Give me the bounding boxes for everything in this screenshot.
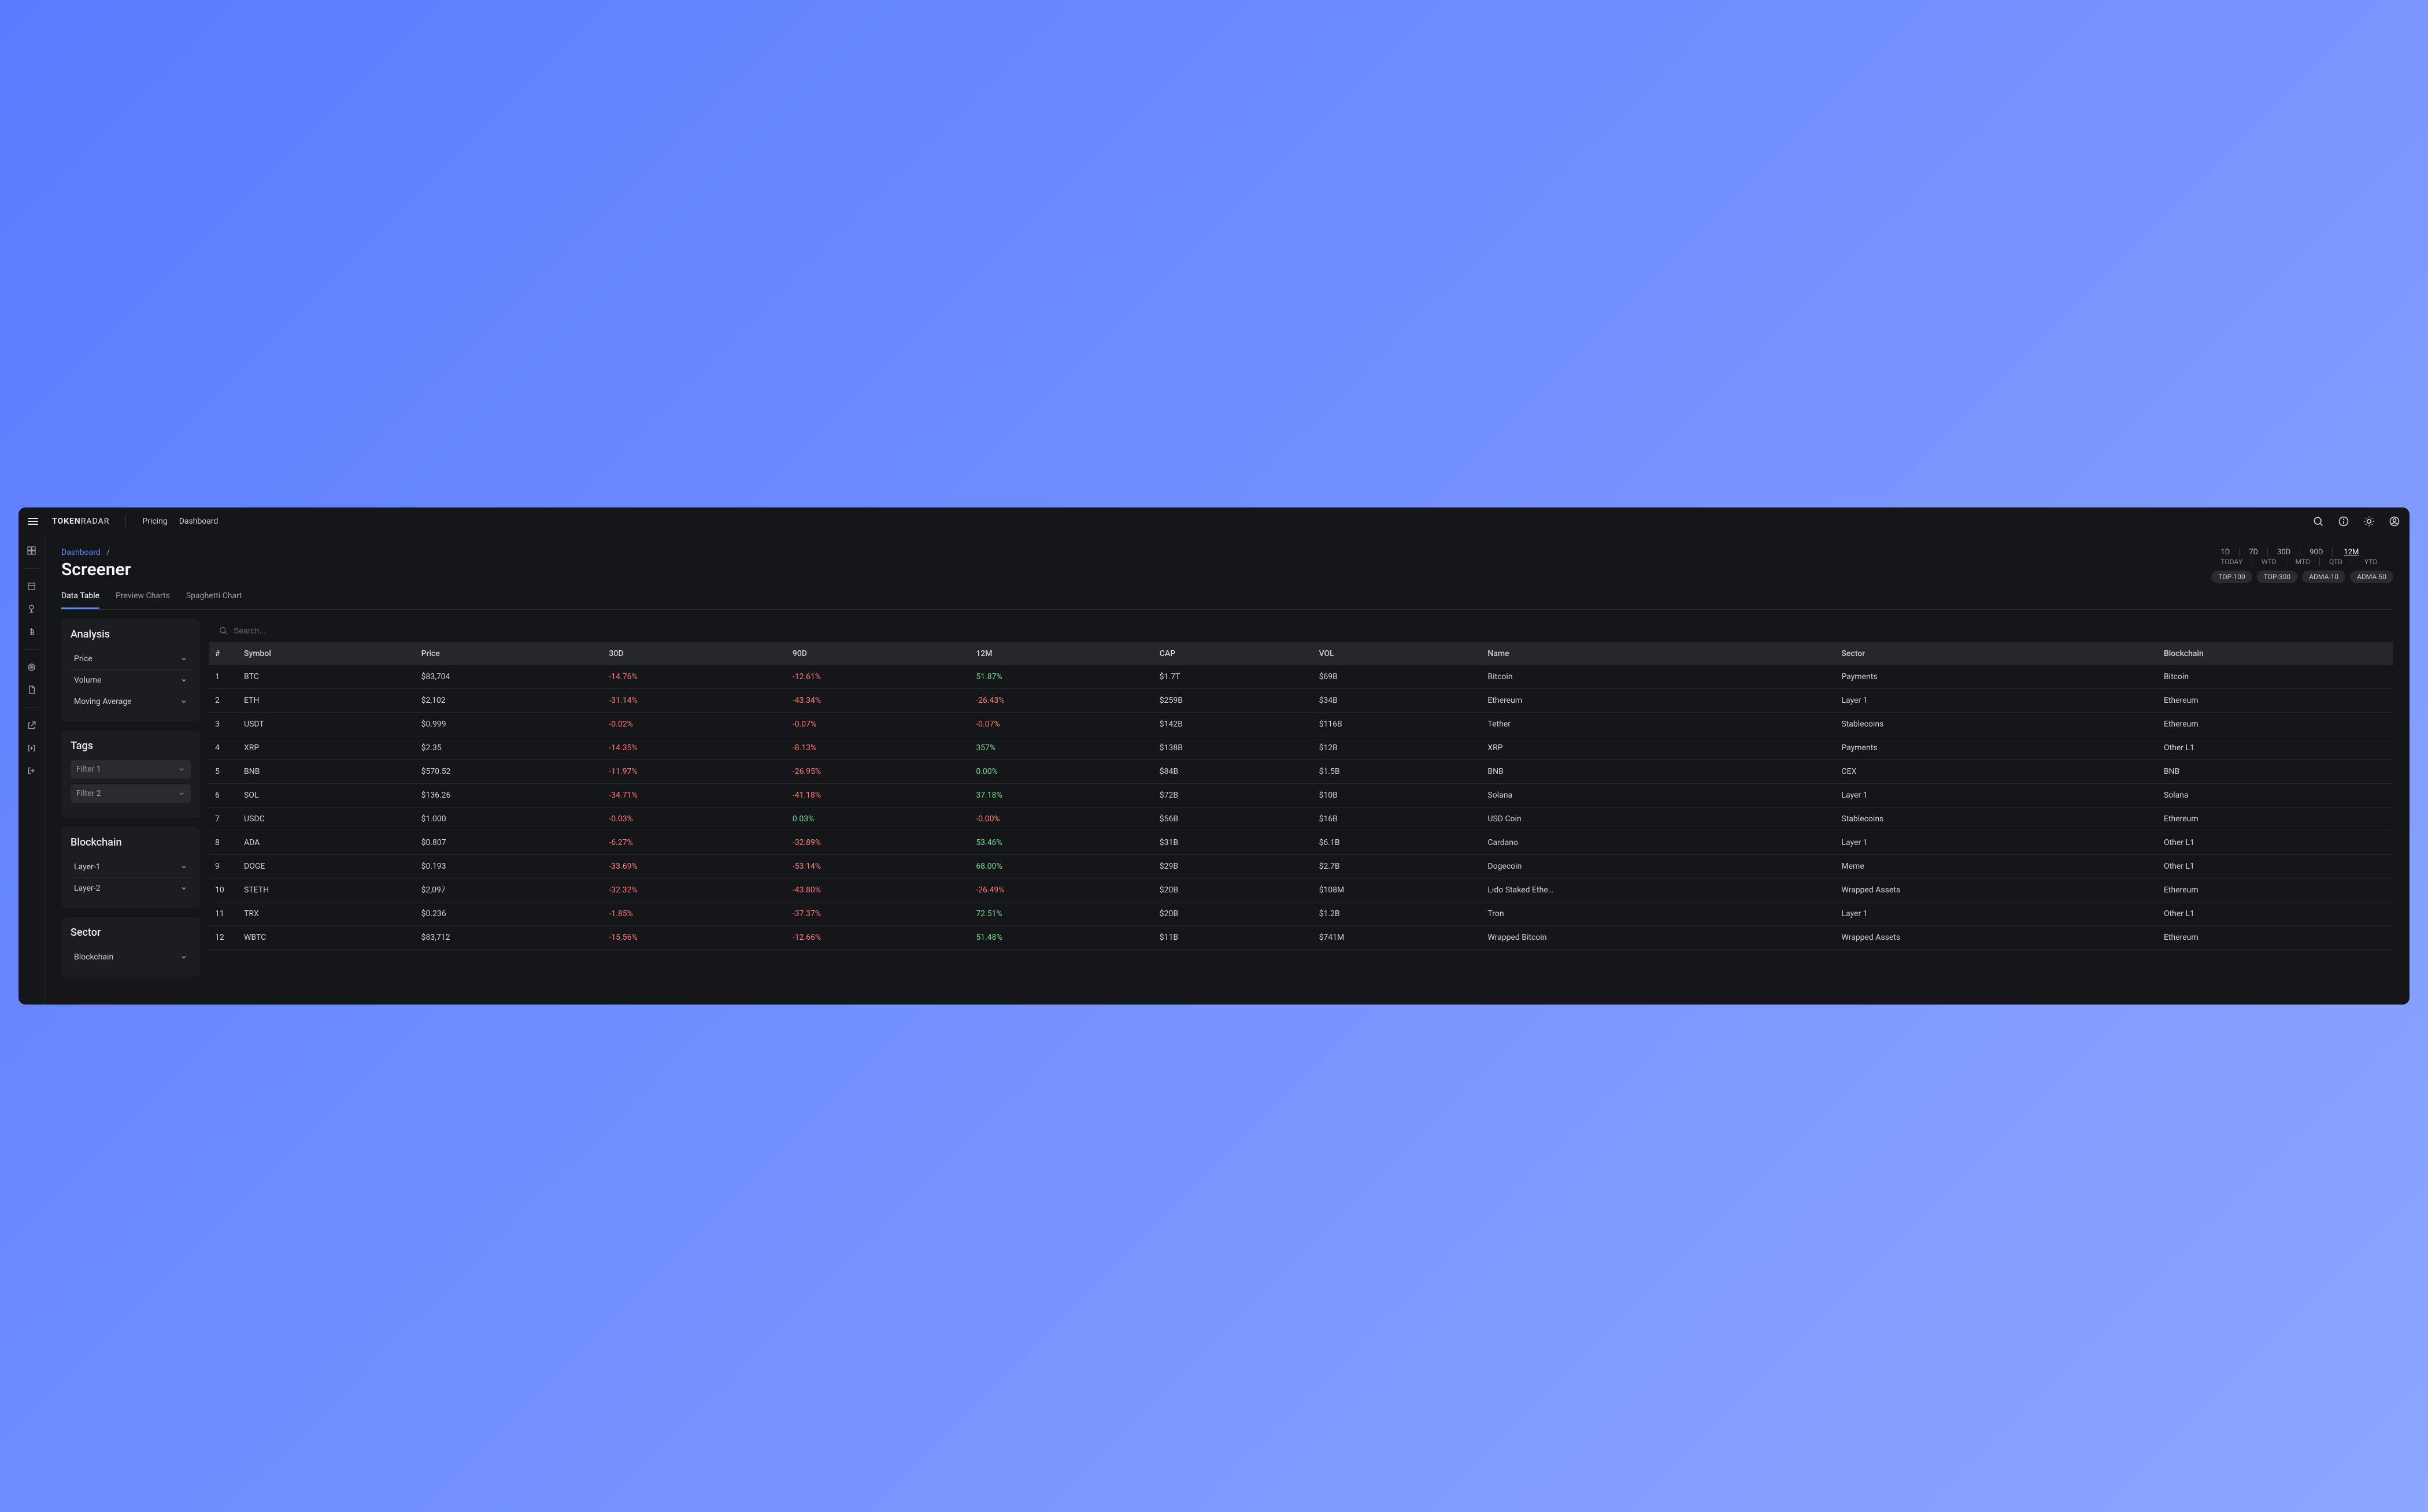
period-sub-wtd[interactable]: WTD bbox=[2252, 558, 2286, 566]
rail-target-icon[interactable] bbox=[27, 662, 36, 672]
filter-item-layer-2[interactable]: Layer-2 bbox=[71, 878, 191, 899]
table-row[interactable]: 7USDC$1.000-0.03%0.03%-0.00%$56B$16BUSD … bbox=[209, 807, 2393, 831]
table-row[interactable]: 4XRP$2.35-14.35%-8.13%357%$138B$12BXRPPa… bbox=[209, 736, 2393, 760]
breadcrumb: Dashboard / bbox=[61, 548, 131, 557]
nav-pricing[interactable]: Pricing bbox=[142, 517, 167, 526]
col-header-sector[interactable]: Sector bbox=[1835, 642, 2158, 665]
col-header-30d[interactable]: 30D bbox=[603, 642, 786, 665]
col-header-name[interactable]: Name bbox=[1482, 642, 1835, 665]
col-header--[interactable]: # bbox=[209, 642, 238, 665]
chip-adma-50[interactable]: ADMA-50 bbox=[2350, 570, 2393, 583]
table-area: #SymbolPrice30D90D12MCAPVOLNameSectorBlo… bbox=[209, 619, 2393, 1005]
filter-column: Analysis PriceVolumeMoving Average Tags … bbox=[61, 619, 200, 1005]
rail-brackets-icon[interactable] bbox=[27, 743, 36, 753]
table-row[interactable]: 1BTC$83,704-14.76%-12.61%51.87%$1.7T$69B… bbox=[209, 665, 2393, 689]
filter-sector-title: Sector bbox=[71, 927, 191, 939]
period-controls: 1D7D30D90D12M TODAYWTDMTDQTDYTD TOP-100 T… bbox=[2211, 548, 2393, 583]
table-row[interactable]: 12WBTC$83,712-15.56%-12.66%51.48%$11B$74… bbox=[209, 926, 2393, 950]
filter-item-layer-1[interactable]: Layer-1 bbox=[71, 857, 191, 878]
col-header-price[interactable]: Price bbox=[416, 642, 604, 665]
content-area: Dashboard / Screener 1D7D30D90D12M TODAY… bbox=[45, 535, 2410, 1005]
rail-logout-icon[interactable] bbox=[27, 766, 36, 776]
breadcrumb-root-link[interactable]: Dashboard bbox=[61, 548, 101, 557]
search-icon[interactable] bbox=[2312, 516, 2324, 527]
account-icon[interactable] bbox=[2389, 516, 2400, 527]
period-12m[interactable]: 12M bbox=[2333, 548, 2360, 557]
top-icon-group bbox=[2312, 516, 2400, 527]
tab-preview-charts[interactable]: Preview Charts bbox=[116, 587, 170, 609]
table-search-input[interactable] bbox=[234, 626, 2384, 635]
col-header-blockchain[interactable]: Blockchain bbox=[2158, 642, 2393, 665]
period-1d[interactable]: 1D bbox=[2211, 548, 2240, 557]
filter-item-filter-1[interactable]: Filter 1 bbox=[71, 760, 191, 779]
period-sub-qtd[interactable]: QTD bbox=[2320, 558, 2352, 566]
table-row[interactable]: 5BNB$570.52-11.97%-26.95%0.00%$84B$1.5BB… bbox=[209, 760, 2393, 784]
filter-item-blockchain[interactable]: Blockchain bbox=[71, 947, 191, 968]
filter-item-price[interactable]: Price bbox=[71, 648, 191, 670]
table-row[interactable]: 8ADA$0.807-6.27%-32.89%53.46%$31B$6.1BCa… bbox=[209, 831, 2393, 855]
filter-analysis-card: Analysis PriceVolumeMoving Average bbox=[61, 619, 200, 721]
col-header-90d[interactable]: 90D bbox=[787, 642, 970, 665]
period-90d[interactable]: 90D bbox=[2300, 548, 2333, 557]
col-header-cap[interactable]: CAP bbox=[1154, 642, 1313, 665]
rail-screener-icon[interactable] bbox=[27, 581, 36, 591]
col-header-symbol[interactable]: Symbol bbox=[238, 642, 416, 665]
search-row bbox=[209, 619, 2393, 642]
tab-spaghetti-chart[interactable]: Spaghetti Chart bbox=[186, 587, 242, 609]
chip-top-100[interactable]: TOP-100 bbox=[2211, 570, 2252, 583]
tab-data-table[interactable]: Data Table bbox=[61, 587, 99, 609]
info-icon[interactable] bbox=[2338, 516, 2349, 527]
period-30d[interactable]: 30D bbox=[2268, 548, 2300, 557]
divider bbox=[25, 707, 39, 708]
rail-external-icon[interactable] bbox=[27, 721, 36, 731]
col-header-12m[interactable]: 12M bbox=[970, 642, 1153, 665]
filter-sector-card: Sector Blockchain bbox=[61, 917, 200, 977]
theme-toggle-icon[interactable] bbox=[2363, 516, 2375, 527]
rail-docs-icon[interactable] bbox=[27, 685, 36, 695]
divider bbox=[25, 649, 39, 650]
filter-item-volume[interactable]: Volume bbox=[71, 670, 191, 691]
filter-blockchain-card: Blockchain Layer-1Layer-2 bbox=[61, 827, 200, 908]
table-row[interactable]: 9DOGE$0.193-33.69%-53.14%68.00%$29B$2.7B… bbox=[209, 855, 2393, 879]
filter-tags-title: Tags bbox=[71, 740, 191, 752]
rail-dashboard-icon[interactable] bbox=[27, 546, 36, 555]
table-row[interactable]: 3USDT$0.999-0.02%-0.07%-0.07%$142B$116BT… bbox=[209, 713, 2393, 736]
tab-bar: Data Table Preview Charts Spaghetti Chart bbox=[61, 587, 2393, 610]
brand-logo: TOKENRADAR bbox=[52, 517, 109, 526]
top-bar: TOKENRADAR Pricing Dashboard bbox=[18, 507, 2410, 535]
chip-adma-10[interactable]: ADMA-10 bbox=[2302, 570, 2345, 583]
period-sub-mtd[interactable]: MTD bbox=[2286, 558, 2320, 566]
search-icon bbox=[219, 626, 228, 635]
filter-analysis-title: Analysis bbox=[71, 628, 191, 640]
chip-top-300[interactable]: TOP-300 bbox=[2257, 570, 2297, 583]
table-row[interactable]: 11TRX$0.236-1.85%-37.37%72.51%$20B$1.2BT… bbox=[209, 902, 2393, 926]
divider bbox=[125, 516, 126, 527]
side-rail bbox=[18, 535, 45, 1005]
rail-news-icon[interactable] bbox=[27, 604, 36, 614]
table-row[interactable]: 6SOL$136.26-34.71%-41.18%37.18%$72B$10BS… bbox=[209, 784, 2393, 807]
col-header-vol[interactable]: VOL bbox=[1313, 642, 1482, 665]
period-7d[interactable]: 7D bbox=[2240, 548, 2268, 557]
data-table: #SymbolPrice30D90D12MCAPVOLNameSectorBlo… bbox=[209, 642, 2393, 950]
nav-dashboard[interactable]: Dashboard bbox=[179, 517, 219, 526]
filter-item-moving-average[interactable]: Moving Average bbox=[71, 691, 191, 712]
rail-pricing-icon[interactable] bbox=[27, 627, 36, 636]
period-sub-today[interactable]: TODAY bbox=[2211, 558, 2252, 566]
filter-tags-card: Tags Filter 1 Filter 2 bbox=[61, 731, 200, 818]
table-row[interactable]: 10STETH$2,097-32.32%-43.80%-26.49%$20B$1… bbox=[209, 879, 2393, 902]
period-sub-ytd[interactable]: YTD bbox=[2352, 558, 2380, 566]
filter-item-filter-2[interactable]: Filter 2 bbox=[71, 784, 191, 803]
divider bbox=[25, 568, 39, 569]
filter-blockchain-title: Blockchain bbox=[71, 836, 191, 848]
menu-button[interactable] bbox=[28, 518, 38, 525]
table-row[interactable]: 2ETH$2,102-31.14%-43.34%-26.43%$259B$34B… bbox=[209, 689, 2393, 713]
page-title: Screener bbox=[61, 559, 131, 580]
app-window: TOKENRADAR Pricing Dashboard bbox=[18, 507, 2410, 1005]
